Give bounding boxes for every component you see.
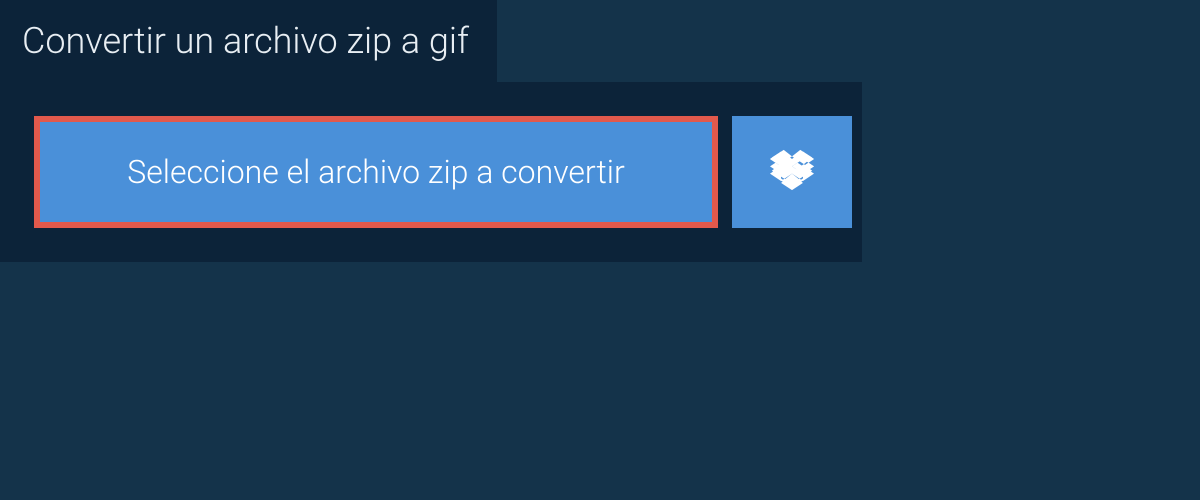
upload-panel: Seleccione el archivo zip a convertir (0, 82, 862, 262)
tab-convert-zip-gif[interactable]: Convertir un archivo zip a gif (0, 0, 497, 82)
tab-bar: Convertir un archivo zip a gif (0, 0, 497, 82)
dropbox-icon (770, 148, 814, 196)
dropbox-button[interactable] (732, 116, 852, 228)
select-file-label: Seleccione el archivo zip a convertir (127, 153, 625, 191)
select-file-button[interactable]: Seleccione el archivo zip a convertir (34, 116, 718, 228)
tab-title: Convertir un archivo zip a gif (22, 20, 469, 62)
